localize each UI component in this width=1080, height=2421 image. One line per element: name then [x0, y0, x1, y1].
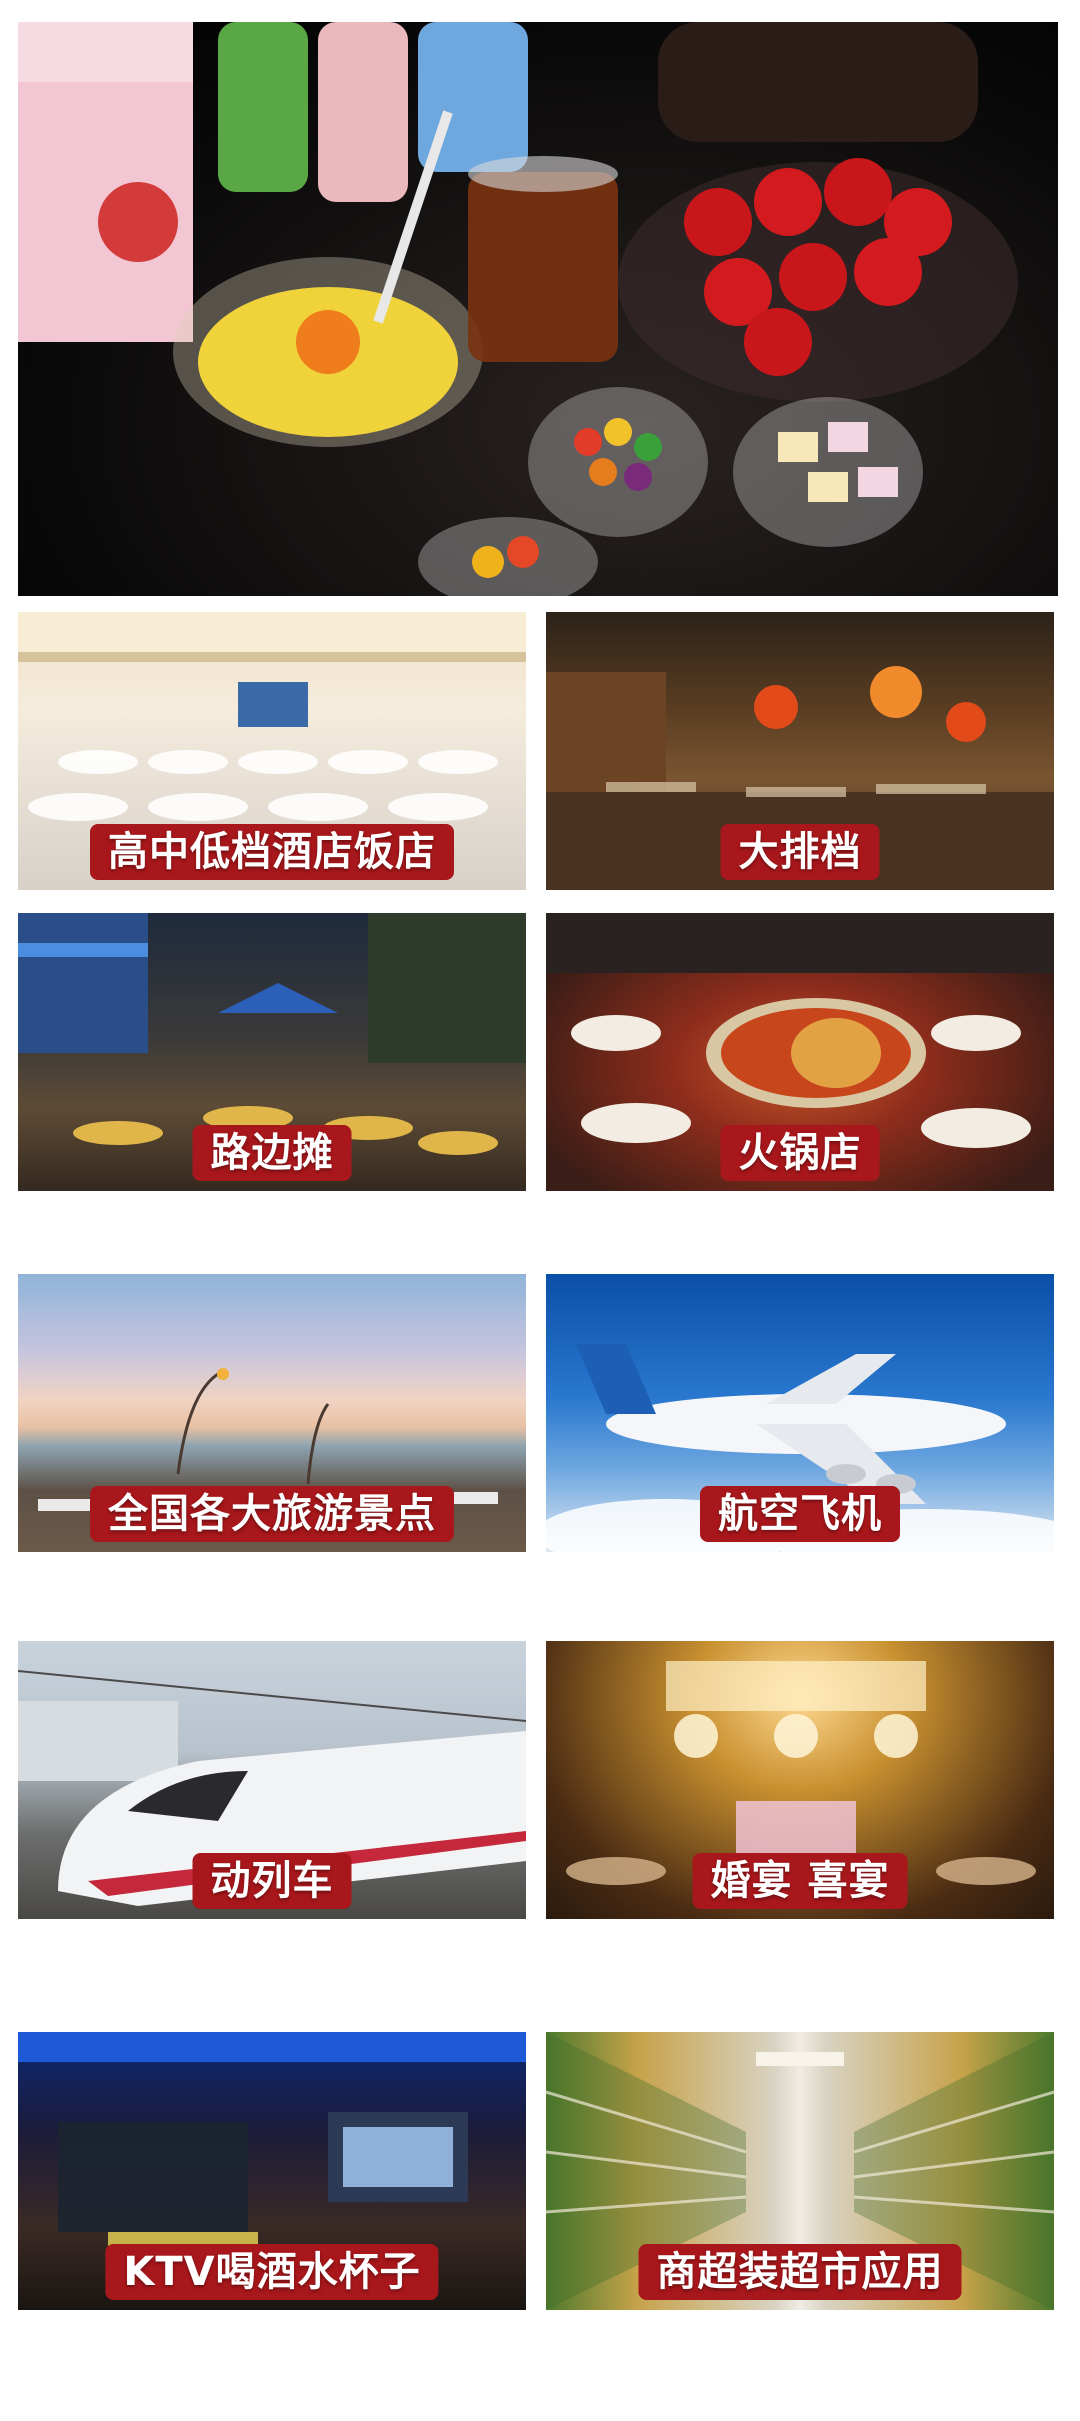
tile-label: 火锅店 — [720, 1125, 880, 1181]
hero-product-photo — [18, 22, 1058, 596]
tile-bullet-train: 动列车 — [18, 1641, 526, 1919]
tile-ktv: KTV喝酒水杯子 — [18, 2032, 526, 2310]
tile-label: 全国各大旅游景点 — [90, 1486, 454, 1542]
tile-label: 婚宴 喜宴 — [692, 1853, 908, 1909]
tile-airplane: 航空飞机 — [546, 1274, 1054, 1552]
tile-street-vendor: 路边摊 — [18, 913, 526, 1191]
tea-cup — [468, 172, 618, 362]
tile-label: 大排档 — [720, 824, 880, 880]
tile-label: KTV喝酒水杯子 — [105, 2244, 439, 2300]
tile-label: 商超装超市应用 — [638, 2244, 962, 2300]
candy-cup — [528, 387, 708, 537]
tile-food-stall: 大排档 — [546, 612, 1054, 890]
tile-label: 动列车 — [192, 1853, 352, 1909]
tile-label: 路边摊 — [192, 1125, 352, 1181]
tile-supermarket: 商超装超市应用 — [546, 2032, 1054, 2310]
tile-hotel-restaurant: 高中低档酒店饭店 — [18, 612, 526, 890]
hero-illustration — [18, 22, 1018, 596]
chocolate-bowl — [658, 22, 978, 142]
green-bottle — [218, 22, 308, 192]
tile-tourist-attractions: 全国各大旅游景点 — [18, 1274, 526, 1552]
usage-scenarios-poster: 高中低档酒店饭店 大排档 路边摊 火锅店 全国各大旅游景点 航空飞机 动列车 婚… — [0, 0, 1080, 2421]
tile-label: 高中低档酒店饭店 — [90, 824, 454, 880]
tile-label: 航空飞机 — [700, 1486, 900, 1542]
pink-bottle — [318, 22, 408, 202]
tile-wedding-banquet: 婚宴 喜宴 — [546, 1641, 1054, 1919]
tile-hotpot-restaurant: 火锅店 — [546, 913, 1054, 1191]
